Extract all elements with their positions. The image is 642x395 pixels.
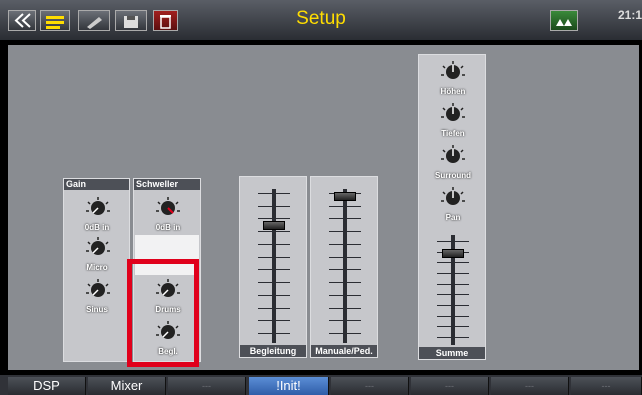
fader-tick: [258, 320, 290, 322]
fader-tick: [258, 307, 290, 309]
fader-tick: [258, 269, 290, 271]
menu-icon: [46, 16, 64, 29]
fader-tick: [329, 243, 361, 245]
summe-fader-handle[interactable]: [442, 249, 464, 258]
edit-icon: [87, 17, 102, 29]
disk-button[interactable]: [115, 10, 147, 31]
gain-knob-label: Sinus: [86, 305, 108, 314]
gain-panel: Gain 0dB in Micro Sinus: [63, 178, 130, 362]
schweller-panel-title: Schweller: [134, 179, 200, 190]
grid-button[interactable]: [550, 10, 578, 31]
gain-knob-label: 0dB in: [84, 223, 110, 232]
tab-empty[interactable]: ---: [331, 377, 409, 395]
edit-button[interactable]: [78, 10, 110, 31]
double-chevron-left-icon: [14, 13, 31, 28]
top-bar: Setup 21:1: [0, 0, 642, 40]
fader-tick: [329, 256, 361, 258]
mixer-screen: Gain 0dB in Micro Sinus Schweller 0dB in…: [8, 45, 639, 370]
gain-sinus-knob[interactable]: [83, 277, 113, 303]
fader-tick: [258, 193, 290, 194]
fader-tick: [329, 282, 361, 284]
begleitung-label: Begleitung: [240, 345, 306, 357]
begleitung-fader-handle[interactable]: [263, 221, 285, 230]
fader-tick: [437, 326, 469, 328]
fader-tick: [437, 262, 469, 264]
summe-knob-label: Pan: [445, 213, 461, 222]
clock: 21:1: [617, 8, 642, 22]
tab-bar: DSP Mixer --- !Init! --- --- --- ---: [0, 375, 642, 395]
fader-tick: [437, 337, 469, 338]
gain-micro-knob[interactable]: [83, 235, 113, 261]
schweller-0db-knob[interactable]: [153, 195, 183, 221]
fader-tick: [437, 283, 469, 285]
manuale-label: Manuale/Ped.: [311, 345, 377, 357]
highlight-box: [127, 259, 199, 367]
tab-dsp[interactable]: DSP: [8, 377, 86, 395]
fader-tick: [258, 256, 290, 258]
fader-tick: [258, 243, 290, 245]
fader-tick: [329, 231, 361, 233]
tab-empty[interactable]: ---: [168, 377, 246, 395]
hoehen-knob[interactable]: [438, 59, 468, 85]
summe-label: Summe: [419, 347, 485, 359]
summe-knob-label: Surround: [435, 171, 471, 180]
fader-tick: [437, 241, 469, 242]
menu-button[interactable]: [40, 10, 70, 31]
fader-tick: [329, 218, 361, 220]
fader-tick: [258, 282, 290, 284]
fader-tick: [329, 294, 361, 296]
fader-tick: [329, 269, 361, 271]
fader-tick: [437, 315, 469, 317]
trash-icon: [160, 15, 171, 29]
gain-knob-label: Micro: [86, 263, 108, 272]
tiefen-knob[interactable]: [438, 101, 468, 127]
gain-0db-knob[interactable]: [83, 195, 113, 221]
fader-tick: [258, 231, 290, 233]
tab-empty[interactable]: ---: [571, 377, 642, 395]
fader-tick: [437, 273, 469, 274]
disk-icon: [124, 16, 138, 28]
fader-tick: [258, 294, 290, 296]
fader-tick: [258, 218, 290, 220]
fader-tick: [258, 333, 290, 334]
fader-tick: [329, 205, 361, 207]
fader-tick: [437, 305, 469, 306]
fader-tick: [258, 205, 290, 207]
tab-init[interactable]: !Init!: [249, 377, 329, 395]
grid-icon: [556, 19, 572, 26]
fader-tick: [329, 307, 361, 309]
manuale-fader-handle[interactable]: [334, 192, 356, 201]
surround-knob[interactable]: [438, 143, 468, 169]
page-title: Setup: [296, 8, 346, 29]
trash-button[interactable]: [153, 10, 178, 31]
schweller-knob-label: 0dB in: [155, 223, 181, 232]
gain-panel-title: Gain: [64, 179, 129, 190]
summe-panel: Höhen Tiefen Surround Pan Summe: [418, 54, 486, 360]
manuale-fader-panel: Manuale/Ped.: [310, 176, 378, 358]
fader-tick: [329, 320, 361, 322]
begleitung-fader-panel: Begleitung: [239, 176, 307, 358]
back-button[interactable]: [8, 10, 36, 31]
fader-tick: [329, 333, 361, 334]
summe-knob-label: Höhen: [440, 87, 466, 96]
fader-tick: [437, 294, 469, 296]
summe-knob-label: Tiefen: [441, 129, 465, 138]
tab-empty[interactable]: ---: [491, 377, 569, 395]
tab-mixer[interactable]: Mixer: [88, 377, 166, 395]
tab-empty[interactable]: ---: [411, 377, 489, 395]
pan-knob[interactable]: [438, 185, 468, 211]
